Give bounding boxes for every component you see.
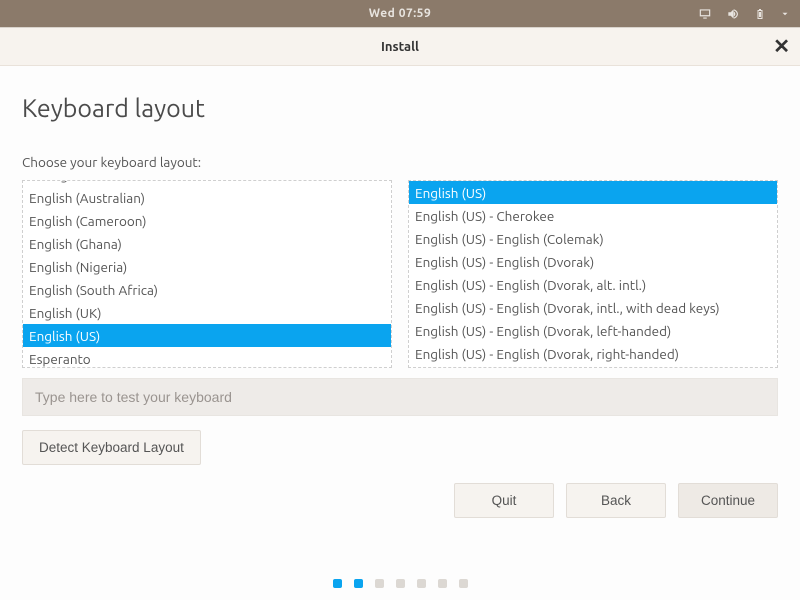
variant-list-item[interactable]: English (US) - Cherokee [409, 204, 777, 227]
prompt-label: Choose your keyboard layout: [22, 154, 778, 170]
progress-stepper [0, 579, 800, 588]
display-icon[interactable] [698, 7, 712, 21]
variant-list-item[interactable]: English (US) - English (Dvorak) [409, 250, 777, 273]
nav-buttons: Quit Back Continue [22, 483, 778, 518]
layout-list-item[interactable]: English (Ghana) [23, 232, 391, 255]
clock: Wed 07:59 [369, 7, 431, 20]
layout-list-item[interactable]: Esperanto [23, 347, 391, 368]
continue-button[interactable]: Continue [678, 483, 778, 518]
variant-list-item[interactable]: English (US) - English (Dvorak, right-ha… [409, 342, 777, 365]
layout-list-item[interactable]: English (Australian) [23, 186, 391, 209]
layout-listbox[interactable]: DzongkhaEnglish (Australian)English (Cam… [22, 180, 392, 368]
step-dot [438, 579, 447, 588]
installer-window: Install ✕ Keyboard layout Choose your ke… [0, 27, 800, 600]
window-titlebar: Install ✕ [0, 28, 800, 66]
listboxes-row: DzongkhaEnglish (Australian)English (Cam… [22, 180, 778, 368]
layout-list-item[interactable]: English (Nigeria) [23, 255, 391, 278]
chevron-down-icon[interactable] [780, 9, 790, 19]
variant-listbox[interactable]: English (US)English (US) - CherokeeEngli… [408, 180, 778, 368]
layout-list-item[interactable]: English (US) [23, 324, 391, 347]
variant-list-item[interactable]: English (US) - English (Dvorak, intl., w… [409, 296, 777, 319]
page-title: Keyboard layout [22, 94, 778, 122]
step-dot [375, 579, 384, 588]
layout-list-item[interactable]: English (UK) [23, 301, 391, 324]
step-dot [354, 579, 363, 588]
test-keyboard-input[interactable] [22, 378, 778, 416]
volume-icon[interactable] [726, 7, 740, 21]
step-dot [396, 579, 405, 588]
detect-keyboard-button[interactable]: Detect Keyboard Layout [22, 430, 201, 465]
system-tray [698, 7, 790, 21]
variant-list-item[interactable]: English (US) [409, 181, 777, 204]
layout-list-item[interactable]: English (Cameroon) [23, 209, 391, 232]
back-button[interactable]: Back [566, 483, 666, 518]
step-dot [417, 579, 426, 588]
window-title: Install [381, 40, 419, 54]
variant-list-item[interactable]: English (US) - English (Dvorak, alt. int… [409, 273, 777, 296]
quit-button[interactable]: Quit [454, 483, 554, 518]
top-bar: Wed 07:59 [0, 0, 800, 27]
close-button[interactable]: ✕ [773, 36, 790, 56]
variant-list-item[interactable]: English (US) - English (Colemak) [409, 227, 777, 250]
layout-list-item[interactable]: English (South Africa) [23, 278, 391, 301]
variant-list-item[interactable]: English (US) - English (Dvorak, left-han… [409, 319, 777, 342]
detect-row: Detect Keyboard Layout [22, 430, 778, 465]
battery-icon[interactable] [754, 7, 766, 21]
step-dot [459, 579, 468, 588]
content-area: Keyboard layout Choose your keyboard lay… [0, 66, 800, 600]
step-dot [333, 579, 342, 588]
